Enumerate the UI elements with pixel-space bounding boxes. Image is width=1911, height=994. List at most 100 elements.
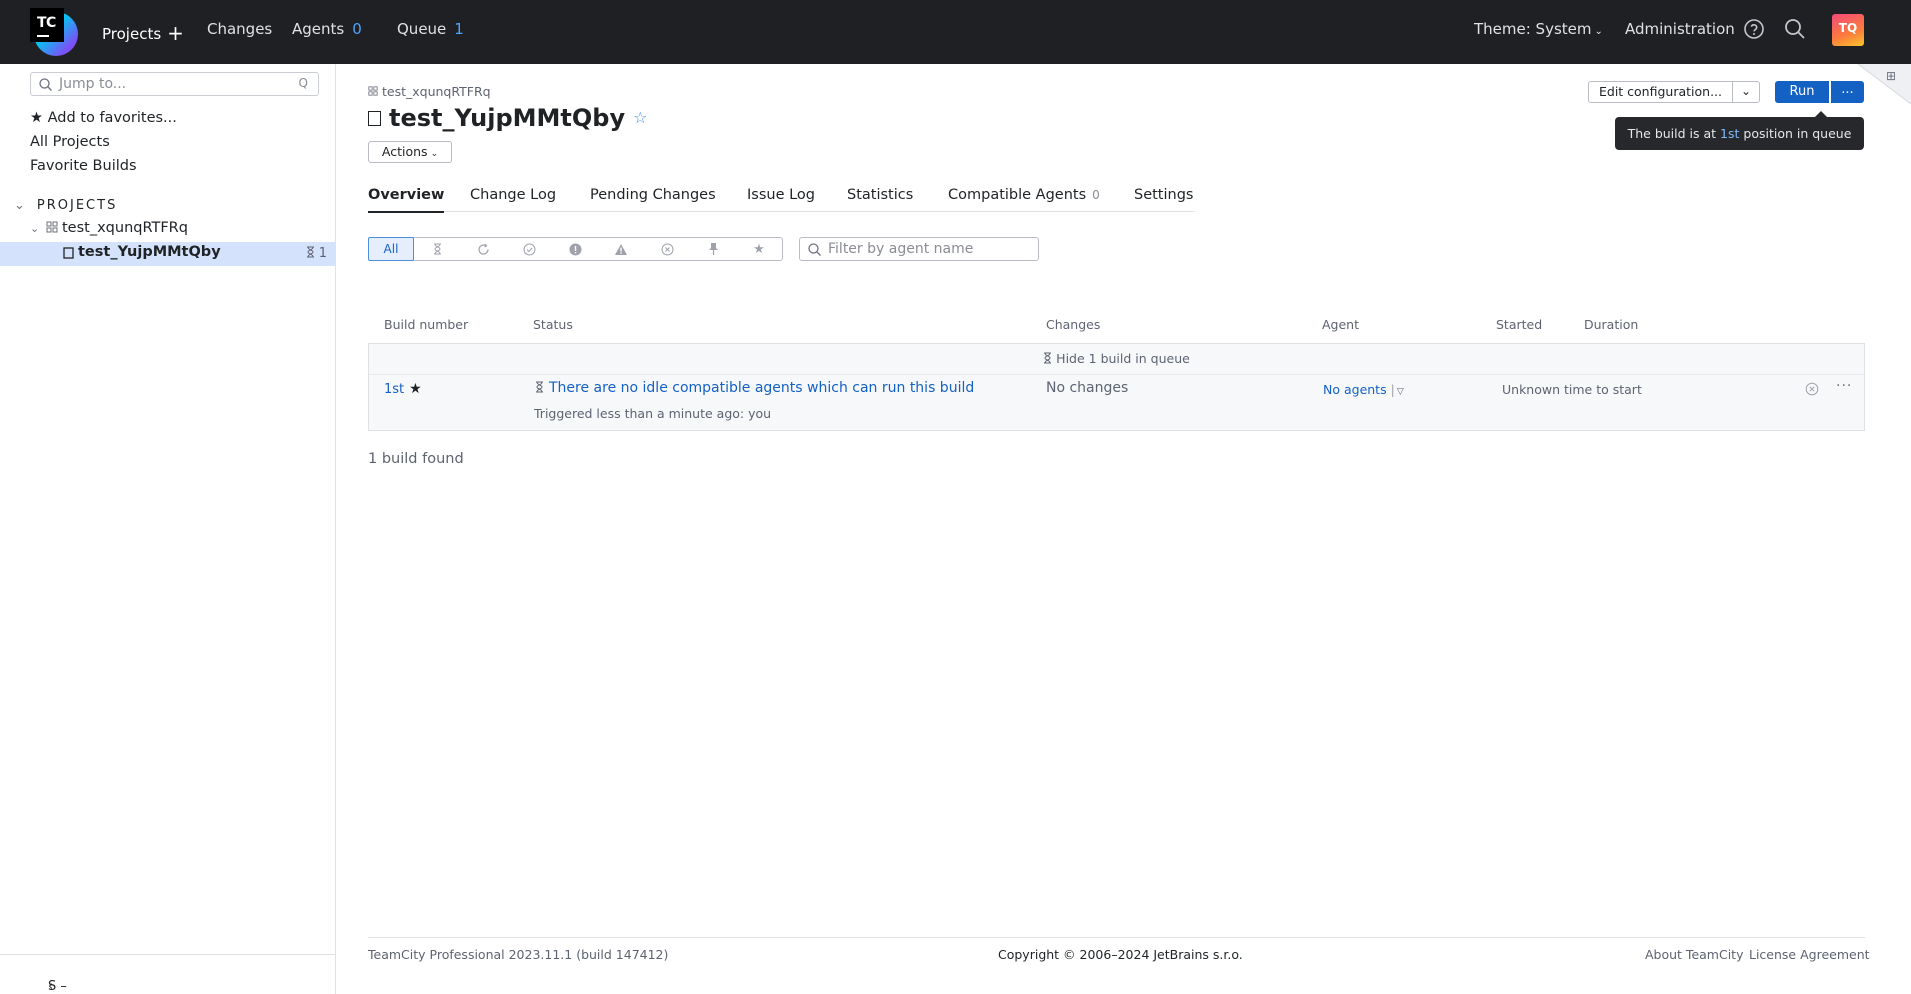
- hourglass-icon: [1044, 352, 1052, 364]
- nav-agents[interactable]: Agents 0: [292, 20, 362, 38]
- edit-configuration-dropdown[interactable]: ⌄: [1732, 81, 1760, 103]
- all-projects-link[interactable]: All Projects: [30, 134, 110, 150]
- filter-starred-icon[interactable]: ★: [736, 238, 782, 260]
- tab-issue-log[interactable]: Issue Log: [747, 187, 815, 203]
- remove-from-queue-icon[interactable]: [1805, 382, 1819, 400]
- queue-count: 1: [454, 20, 464, 38]
- hide-queued-toggle[interactable]: Hide 1 build in queue: [369, 351, 1864, 366]
- agent-filter-input[interactable]: Filter by agent name: [799, 237, 1039, 261]
- build-config-tabs: Overview Change Log Pending Changes Issu…: [368, 180, 1195, 213]
- no-agents-link[interactable]: No agents: [1323, 382, 1387, 397]
- more-options-icon[interactable]: ···: [1836, 378, 1852, 394]
- triggered-info: Triggered less than a minute ago: you: [534, 406, 772, 421]
- tab-change-log-label: Change Log: [470, 187, 557, 203]
- agent-filter-dropdown-icon[interactable]: ▽: [1397, 387, 1404, 397]
- license-agreement-link[interactable]: License Agreement: [1749, 947, 1870, 962]
- run-button[interactable]: Run: [1775, 81, 1829, 103]
- nav-queue-label: Queue: [397, 20, 447, 38]
- build-config-icon: [368, 111, 381, 126]
- search-icon[interactable]: [1784, 18, 1808, 42]
- about-teamcity-link[interactable]: About TeamCity: [1645, 947, 1743, 962]
- hourglass-icon: [306, 246, 314, 258]
- nav-agents-label: Agents: [292, 20, 345, 38]
- favorite-builds-link[interactable]: Favorite Builds: [30, 158, 137, 174]
- build-number-cell: 1st ★: [384, 381, 422, 397]
- tab-statistics-label: Statistics: [847, 187, 914, 203]
- tab-pending-changes[interactable]: Pending Changes: [590, 187, 716, 203]
- tab-compatible-agents[interactable]: Compatible Agents 0: [948, 187, 1100, 203]
- hide-sidebar-text: S – hide sidebar: [48, 979, 67, 994]
- nav-projects-label: Projects: [102, 25, 162, 43]
- chevron-down-icon: ⌄: [430, 149, 439, 159]
- queued-badge[interactable]: 1: [306, 245, 327, 261]
- compatible-agents-count: 0: [1092, 188, 1100, 202]
- tooltip-post: position in queue: [1739, 126, 1852, 141]
- col-build-number: Build number: [384, 317, 469, 332]
- search-icon: [39, 78, 52, 91]
- chevron-down-icon[interactable]: ⌄: [30, 222, 39, 235]
- hide-sidebar-button[interactable]: ‹S – hide sidebar: [0, 954, 335, 994]
- breadcrumb-project: test_xqunqRTFRq: [382, 84, 491, 99]
- filter-pinned-icon[interactable]: [690, 238, 736, 260]
- logo-box: TC: [30, 8, 64, 42]
- add-to-favorites-link[interactable]: ★ Add to favorites...: [30, 110, 177, 126]
- nav-projects[interactable]: Projects +: [102, 20, 184, 45]
- tree-item-build-config[interactable]: test_YujpMMtQby 1: [0, 242, 335, 266]
- filter-all[interactable]: All: [368, 237, 414, 261]
- nav-administration[interactable]: Administration: [1625, 20, 1735, 38]
- col-changes: Changes: [1046, 317, 1101, 332]
- col-agent: Agent: [1322, 317, 1359, 332]
- page-corner-fold[interactable]: ⊞: [1857, 63, 1911, 105]
- hourglass-icon: [536, 381, 543, 393]
- project-icon: [46, 220, 58, 236]
- search-icon: [808, 243, 821, 256]
- tab-overview-label: Overview: [368, 187, 445, 203]
- teamcity-logo[interactable]: TC: [30, 8, 80, 56]
- build-number-link[interactable]: 1st: [384, 382, 404, 397]
- filter-queued-icon[interactable]: [414, 238, 460, 260]
- theme-selector[interactable]: Theme: System ⌄: [1474, 20, 1603, 38]
- filter-failed-icon[interactable]: [552, 238, 598, 260]
- filter-running-icon[interactable]: [460, 238, 506, 260]
- edit-configuration-button[interactable]: Edit configuration...: [1588, 81, 1733, 103]
- tab-statistics[interactable]: Statistics: [847, 187, 913, 203]
- actions-button[interactable]: Actions ⌄: [368, 141, 452, 163]
- filter-canceled-icon[interactable]: [644, 238, 690, 260]
- changes-cell[interactable]: No changes: [1046, 380, 1128, 396]
- nav-changes-label: Changes: [207, 20, 273, 38]
- tab-settings-label: Settings: [1134, 187, 1194, 203]
- help-icon[interactable]: [1743, 18, 1767, 42]
- agent-cell: No agents | ▽: [1323, 382, 1404, 397]
- star-filled-icon[interactable]: ★: [409, 381, 422, 397]
- status-link[interactable]: There are no idle compatible agents whic…: [549, 380, 974, 396]
- sidebar: Jump to... Q ★ Add to favorites... All P…: [0, 64, 336, 994]
- build-state-filter: All ★: [368, 237, 783, 261]
- queue-position-tooltip: The build is at 1st position in queue: [1615, 111, 1864, 150]
- tree-build-config-label: test_YujpMMtQby: [78, 244, 221, 260]
- chevron-down-icon: ⌄: [1740, 84, 1752, 98]
- add-project-icon[interactable]: +: [167, 21, 184, 45]
- footer: TeamCity Professional 2023.11.1 (build 1…: [368, 937, 1870, 967]
- logo-text: TC: [37, 15, 56, 31]
- nav-changes[interactable]: Changes: [207, 20, 272, 38]
- projects-heading[interactable]: ⌄ PROJECTS: [14, 198, 117, 213]
- breadcrumb[interactable]: test_xqunqRTFRq: [368, 84, 491, 99]
- user-avatar[interactable]: TQ: [1832, 14, 1864, 46]
- filter-success-icon[interactable]: [506, 238, 552, 260]
- agent-separator: |: [1390, 382, 1395, 397]
- filter-warning-icon[interactable]: [598, 238, 644, 260]
- tab-overview[interactable]: Overview: [368, 187, 445, 213]
- agent-filter-placeholder: Filter by agent name: [828, 241, 974, 257]
- footer-copyright: Copyright © 2006–2024 JetBrains s.r.o.: [998, 947, 1243, 962]
- builds-found-count: 1 build found: [368, 451, 464, 467]
- nav-queue[interactable]: Queue 1: [397, 20, 464, 38]
- theme-label: Theme: System: [1474, 20, 1592, 38]
- jump-to-search[interactable]: Jump to... Q: [30, 72, 319, 96]
- tree-item-project[interactable]: ⌄ test_xqunqRTFRq: [0, 218, 335, 242]
- tab-settings[interactable]: Settings: [1134, 187, 1193, 203]
- agents-count: 0: [352, 20, 362, 38]
- tab-change-log[interactable]: Change Log: [470, 187, 556, 203]
- tab-compatible-agents-label: Compatible Agents: [948, 187, 1087, 203]
- col-duration: Duration: [1584, 317, 1639, 332]
- star-icon[interactable]: ☆: [633, 108, 647, 127]
